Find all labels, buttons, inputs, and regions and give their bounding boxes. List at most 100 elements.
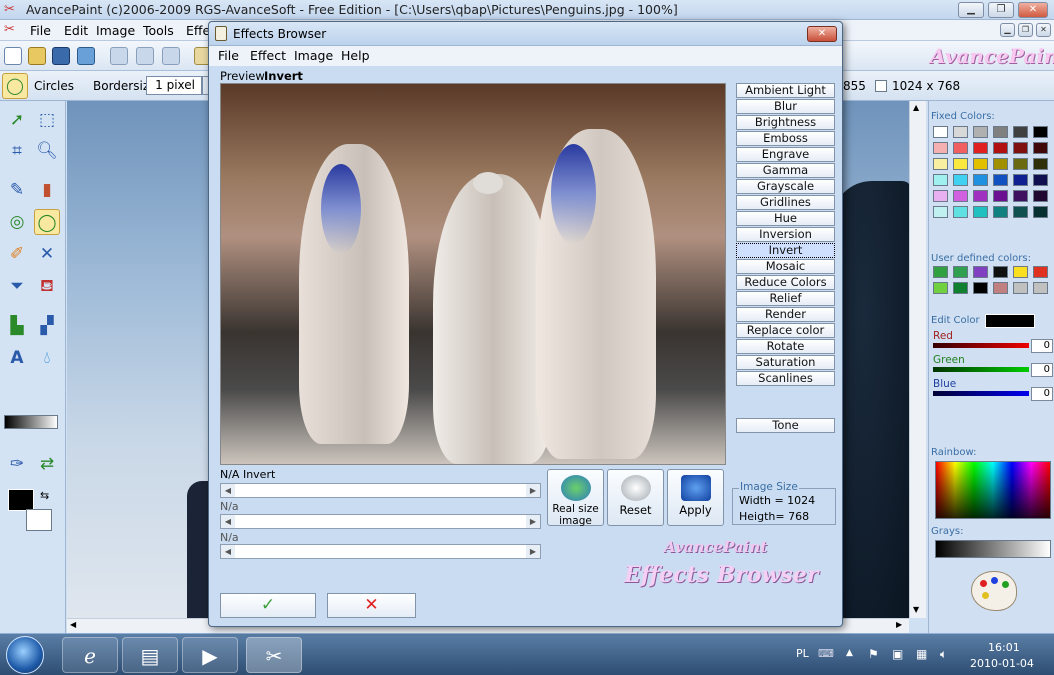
zoom-icon[interactable]: 🔍︎ (34, 138, 60, 164)
effect-item-engrave[interactable]: Engrave (736, 147, 835, 162)
text-tool-icon[interactable]: A (4, 345, 30, 371)
color-swatch[interactable] (993, 158, 1008, 170)
green-value[interactable]: 0 (1031, 363, 1053, 377)
swap-colors-icon[interactable]: ⇆ (40, 489, 49, 502)
cancel-button[interactable]: ✕ (327, 593, 416, 618)
maximize-button[interactable]: ❐ (988, 2, 1014, 18)
red-value[interactable]: 0 (1031, 339, 1053, 353)
app-menu-icon[interactable]: ✂ (4, 22, 15, 37)
start-button[interactable] (6, 636, 44, 674)
line-icon[interactable]: ✕ (34, 241, 60, 267)
circles-tool-icon[interactable]: ◯ (34, 209, 60, 235)
wide-brush-icon[interactable]: ▞ (34, 313, 60, 339)
effect-item-render[interactable]: Render (736, 307, 835, 322)
color-swatch[interactable] (1013, 282, 1028, 294)
clock-date[interactable]: 2010-01-04 (970, 657, 1034, 670)
color-swatch[interactable] (1033, 206, 1048, 218)
swap-icon[interactable]: ⇄ (34, 451, 60, 477)
color-swatch[interactable] (973, 282, 988, 294)
brush-icon[interactable]: ✐ (4, 241, 30, 267)
color-swatch[interactable] (1013, 158, 1028, 170)
color-swatch[interactable] (1013, 174, 1028, 186)
color-swatch[interactable] (993, 142, 1008, 154)
slider2[interactable]: ◀ ▶ (220, 514, 541, 529)
tray-volume-icon[interactable]: 🔈︎ (940, 647, 947, 662)
color-swatch[interactable] (973, 158, 988, 170)
new-file-icon[interactable] (4, 47, 22, 65)
blue-value[interactable]: 0 (1031, 387, 1053, 401)
taskbar-explorer-icon[interactable]: ▤ (122, 637, 178, 673)
blue-slider[interactable] (933, 391, 1029, 396)
color-swatch[interactable] (953, 126, 968, 138)
effect-item-emboss[interactable]: Emboss (736, 131, 835, 146)
effect-item-blur[interactable]: Blur (736, 99, 835, 114)
bordersize-select[interactable]: 1 pixel (146, 76, 202, 95)
color-swatch[interactable] (973, 190, 988, 202)
effect-item-gamma[interactable]: Gamma (736, 163, 835, 178)
paste-icon[interactable] (162, 47, 180, 65)
reset-button[interactable]: Reset (607, 469, 664, 526)
save-as-icon[interactable] (77, 47, 95, 65)
apply-button[interactable]: Apply (667, 469, 724, 526)
color-swatch[interactable] (953, 174, 968, 186)
pencil-icon[interactable]: ✎ (4, 177, 30, 203)
spray-icon[interactable]: ▮ (34, 177, 60, 203)
dialog-menu-help[interactable]: Help (341, 48, 370, 63)
color-swatch[interactable] (953, 282, 968, 294)
color-swatch[interactable] (973, 206, 988, 218)
gradient-preview[interactable] (4, 415, 58, 429)
color-swatch[interactable] (933, 206, 948, 218)
menu-effects[interactable]: Effe (186, 23, 210, 38)
language-indicator[interactable]: PL (796, 647, 809, 660)
magnify-shape-icon[interactable]: ◎ (4, 209, 30, 235)
color-swatch[interactable] (1013, 266, 1028, 278)
effect-item-reduce-colors[interactable]: Reduce Colors (736, 275, 835, 290)
red-slider[interactable] (933, 343, 1029, 348)
color-swatch[interactable] (933, 174, 948, 186)
tray-flag-icon[interactable]: ⚑ (868, 647, 879, 661)
scroll-down-arrow[interactable]: ▼ (913, 605, 919, 614)
vertical-scrollbar[interactable]: ▲ ▼ (909, 101, 926, 618)
pointer-icon[interactable]: ➚ (4, 107, 30, 133)
mdi-restore-button[interactable]: ❐ (1018, 23, 1033, 37)
menu-edit[interactable]: Edit (64, 23, 88, 38)
color-swatch[interactable] (973, 142, 988, 154)
effect-item-rotate[interactable]: Rotate (736, 339, 835, 354)
drop-icon[interactable]: 💧︎ (34, 345, 60, 371)
color-swatch[interactable] (973, 174, 988, 186)
tray-network-icon[interactable]: ▦ (916, 647, 927, 661)
copy-icon[interactable] (136, 47, 154, 65)
taskbar-avancepaint-icon[interactable]: ✂ (246, 637, 302, 673)
effect-item-mosaic[interactable]: Mosaic (736, 259, 835, 274)
color-swatch[interactable] (993, 174, 1008, 186)
color-swatch[interactable] (933, 142, 948, 154)
color-swatch[interactable] (933, 282, 948, 294)
fill-bucket-icon[interactable]: ⛾ (34, 273, 60, 299)
tray-device-icon[interactable]: ▣ (892, 647, 903, 661)
slider1[interactable]: ◀ ▶ (220, 483, 541, 498)
effect-item-gridlines[interactable]: Gridlines (736, 195, 835, 210)
tray-expand-icon[interactable]: ▲ (846, 648, 853, 658)
color-swatch[interactable] (993, 126, 1008, 138)
funnel-icon[interactable]: ⏷ (4, 273, 30, 299)
dims-checkbox[interactable] (875, 80, 887, 92)
effect-item-scanlines[interactable]: Scanlines (736, 371, 835, 386)
save-icon[interactable] (52, 47, 70, 65)
edit-color-swatch[interactable] (985, 314, 1035, 328)
effect-item-brightness[interactable]: Brightness (736, 115, 835, 130)
foreground-color[interactable] (8, 489, 34, 511)
color-swatch[interactable] (953, 190, 968, 202)
scroll-right-arrow[interactable]: ▶ (896, 620, 902, 629)
background-color[interactable] (26, 509, 52, 531)
eyedropper-icon[interactable]: ✑ (4, 451, 30, 477)
mdi-minimize-button[interactable]: ▁ (1000, 23, 1015, 37)
effect-item-inversion[interactable]: Inversion (736, 227, 835, 242)
scroll-left-arrow[interactable]: ◀ (70, 620, 76, 629)
color-swatch[interactable] (953, 266, 968, 278)
paint-roller-icon[interactable]: ▙ (4, 313, 30, 339)
real-size-image-button[interactable]: Real size image (547, 469, 604, 527)
color-swatch[interactable] (953, 142, 968, 154)
color-swatch[interactable] (973, 126, 988, 138)
color-swatch[interactable] (953, 158, 968, 170)
keyboard-icon[interactable]: ⌨ (818, 647, 834, 660)
